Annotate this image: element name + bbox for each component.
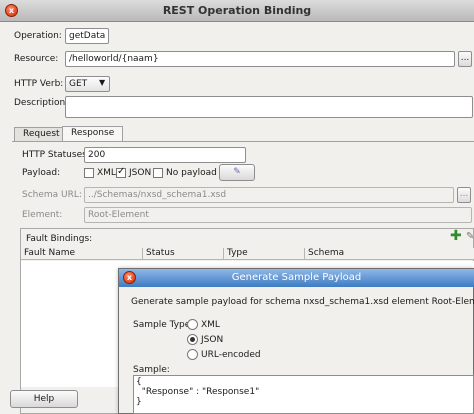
operation-field[interactable]: getData (65, 28, 109, 44)
resource-field[interactable]: /helloworld/{naam} (65, 51, 455, 67)
sample-type-json-radio[interactable] (187, 334, 198, 345)
resource-browse-button[interactable]: ... (458, 51, 472, 67)
column-status[interactable]: Status (143, 248, 224, 260)
operation-label: Operation: (14, 31, 62, 41)
help-button[interactable]: Help (10, 390, 78, 408)
window-title: REST Operation Binding (162, 4, 312, 17)
fault-bindings-label: Fault Bindings: (26, 234, 93, 244)
sample-line: { (136, 377, 142, 387)
edit-icon[interactable]: ✎ (466, 231, 474, 242)
chevron-down-icon[interactable]: ▼ (99, 78, 105, 87)
sample-type-url-encoded-label: URL-encoded (201, 350, 261, 360)
sample-type-json-label: JSON (201, 335, 224, 345)
http-verb-value: GET (69, 79, 88, 89)
column-type[interactable]: Type (224, 248, 305, 260)
tab-divider (12, 141, 474, 142)
sample-type-label: Sample Type: (133, 320, 194, 330)
schema-url-browse-button: ... (457, 187, 471, 203)
payload-label: Payload: (22, 168, 61, 178)
description-label: Description: (14, 98, 69, 108)
sample-type-xml-label: XML (201, 320, 220, 330)
element-field: Root-Element (84, 207, 472, 223)
resource-label: Resource: (14, 54, 59, 64)
payload-xml-label: XML (97, 168, 116, 178)
column-fault-name[interactable]: Fault Name (21, 248, 143, 260)
add-icon[interactable]: ✚ (450, 228, 462, 244)
generate-sample-button[interactable]: ✎ (219, 164, 255, 181)
column-schema[interactable]: Schema (305, 248, 474, 260)
payload-xml-checkbox[interactable] (84, 168, 94, 178)
http-statuses-label: HTTP Statuses: (22, 150, 90, 160)
generate-sample-icon: ✎ (233, 167, 241, 177)
sample-textarea[interactable]: { "Response" : "Response1" } (133, 375, 474, 414)
payload-none-label: No payload (166, 168, 217, 178)
sample-line: } (136, 397, 142, 407)
schema-url-field: ../Schemas/nxsd_schema1.xsd (84, 187, 454, 203)
description-field[interactable] (65, 96, 473, 118)
sample-label: Sample: (133, 365, 170, 375)
schema-url-label: Schema URL: (22, 190, 82, 200)
dialog-description: Generate sample payload for schema nxsd_… (131, 297, 474, 307)
sample-type-url-encoded-radio[interactable] (187, 349, 198, 360)
dialog-close-icon[interactable]: x (123, 271, 136, 284)
http-verb-label: HTTP Verb: (14, 79, 64, 89)
dialog-title: Generate Sample Payload (231, 272, 362, 283)
tab-request[interactable]: Request (14, 127, 69, 142)
http-statuses-field[interactable]: 200 (84, 147, 246, 163)
tab-response[interactable]: Response (62, 126, 124, 142)
element-label: Element: (22, 210, 63, 220)
help-label: Help (33, 394, 55, 404)
payload-none-checkbox[interactable] (153, 168, 163, 178)
payload-json-checkbox[interactable] (116, 166, 126, 178)
sample-type-xml-radio[interactable] (187, 319, 198, 330)
payload-json-label: JSON (129, 168, 152, 178)
sample-line: "Response" : "Response1" (136, 387, 260, 397)
